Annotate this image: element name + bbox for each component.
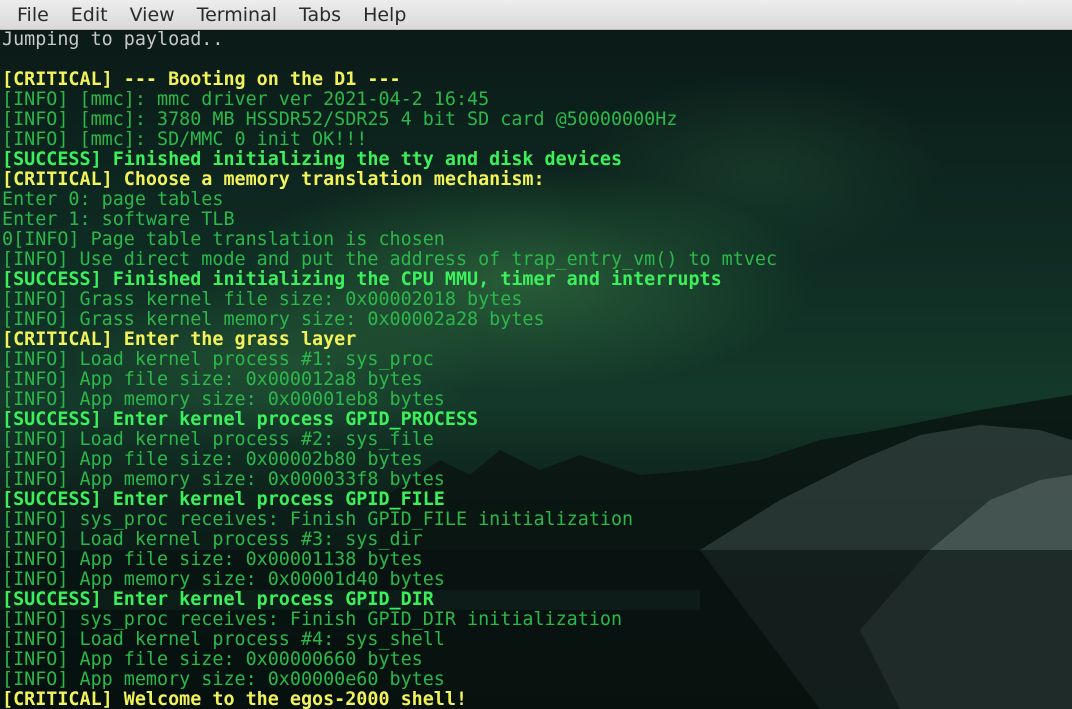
terminal-line-info: [INFO] App file size: 0x000012a8 bytes [2, 370, 423, 390]
terminal-line-default: Jumping to payload.. [2, 30, 224, 50]
terminal-line-info: 0[INFO] Page table translation is chosen [2, 230, 445, 250]
terminal-line-success: [SUCCESS] Enter kernel process GPID_DIR [2, 590, 434, 610]
terminal-line-info: [INFO] App memory size: 0x00001eb8 bytes [2, 390, 445, 410]
terminal-line-info: [INFO] Load kernel process #1: sys_proc [2, 350, 434, 370]
menu-file[interactable]: File [6, 0, 60, 30]
terminal-line-info: [INFO] App memory size: 0x000033f8 bytes [2, 470, 445, 490]
menu-tabs[interactable]: Tabs [288, 0, 352, 30]
terminal-line-info: [INFO] Load kernel process #4: sys_shell [2, 630, 445, 650]
menu-bar: File Edit View Terminal Tabs Help [0, 0, 1072, 30]
terminal-line-critical: [CRITICAL] --- Booting on the D1 --- [2, 70, 401, 90]
terminal-line-success: [SUCCESS] Finished initializing the tty … [2, 150, 623, 170]
terminal-line-critical: [CRITICAL] Choose a memory translation m… [2, 170, 545, 190]
terminal-line-critical: [CRITICAL] Welcome to the egos-2000 shel… [2, 690, 468, 709]
menu-view[interactable]: View [119, 0, 186, 30]
terminal-line-info: [INFO] Load kernel process #3: sys_dir [2, 530, 423, 550]
terminal-line-info: [INFO] sys_proc receives: Finish GPID_FI… [2, 510, 634, 530]
terminal-line-info: [INFO] App file size: 0x00001138 bytes [2, 550, 423, 570]
terminal-line-info: [INFO] App memory size: 0x00001d40 bytes [2, 570, 445, 590]
terminal-line-info: Enter 1: software TLB [2, 210, 235, 230]
terminal-line-info: [INFO] Load kernel process #2: sys_file [2, 430, 434, 450]
terminal-line-info: [INFO] sys_proc receives: Finish GPID_DI… [2, 610, 623, 630]
terminal-line-default [2, 50, 1070, 70]
terminal-line-success: [SUCCESS] Enter kernel process GPID_PROC… [2, 410, 479, 430]
terminal-line-info: [INFO] [mmc]: SD/MMC 0 init OK!!! [2, 130, 368, 150]
menu-terminal[interactable]: Terminal [186, 0, 288, 30]
terminal-line-info: Enter 0: page tables [2, 190, 224, 210]
terminal-line-info: [INFO] App memory size: 0x00000e60 bytes [2, 670, 445, 690]
terminal-line-info: [INFO] Grass kernel memory size: 0x00002… [2, 310, 545, 330]
terminal-window: File Edit View Terminal Tabs Help Jumpin… [0, 0, 1072, 709]
terminal-output[interactable]: Jumping to payload.. [CRITICAL] --- Booti… [2, 30, 1070, 709]
terminal-line-info: [INFO] Use direct mode and put the addre… [2, 250, 778, 270]
terminal-line-info: [INFO] App file size: 0x00002b80 bytes [2, 450, 423, 470]
terminal-line-success: [SUCCESS] Finished initializing the CPU … [2, 270, 722, 290]
menu-edit[interactable]: Edit [60, 0, 119, 30]
terminal-line-info: [INFO] Grass kernel file size: 0x0000201… [2, 290, 523, 310]
terminal-line-info: [INFO] [mmc]: mmc driver ver 2021-04-2 1… [2, 90, 490, 110]
terminal-line-success: [SUCCESS] Enter kernel process GPID_FILE [2, 490, 445, 510]
terminal-line-critical: [CRITICAL] Enter the grass layer [2, 330, 357, 350]
terminal-line-info: [INFO] App file size: 0x00000660 bytes [2, 650, 423, 670]
terminal-line-info: [INFO] [mmc]: 3780 MB HSSDR52/SDR25 4 bi… [2, 110, 678, 130]
menu-help[interactable]: Help [352, 0, 417, 30]
